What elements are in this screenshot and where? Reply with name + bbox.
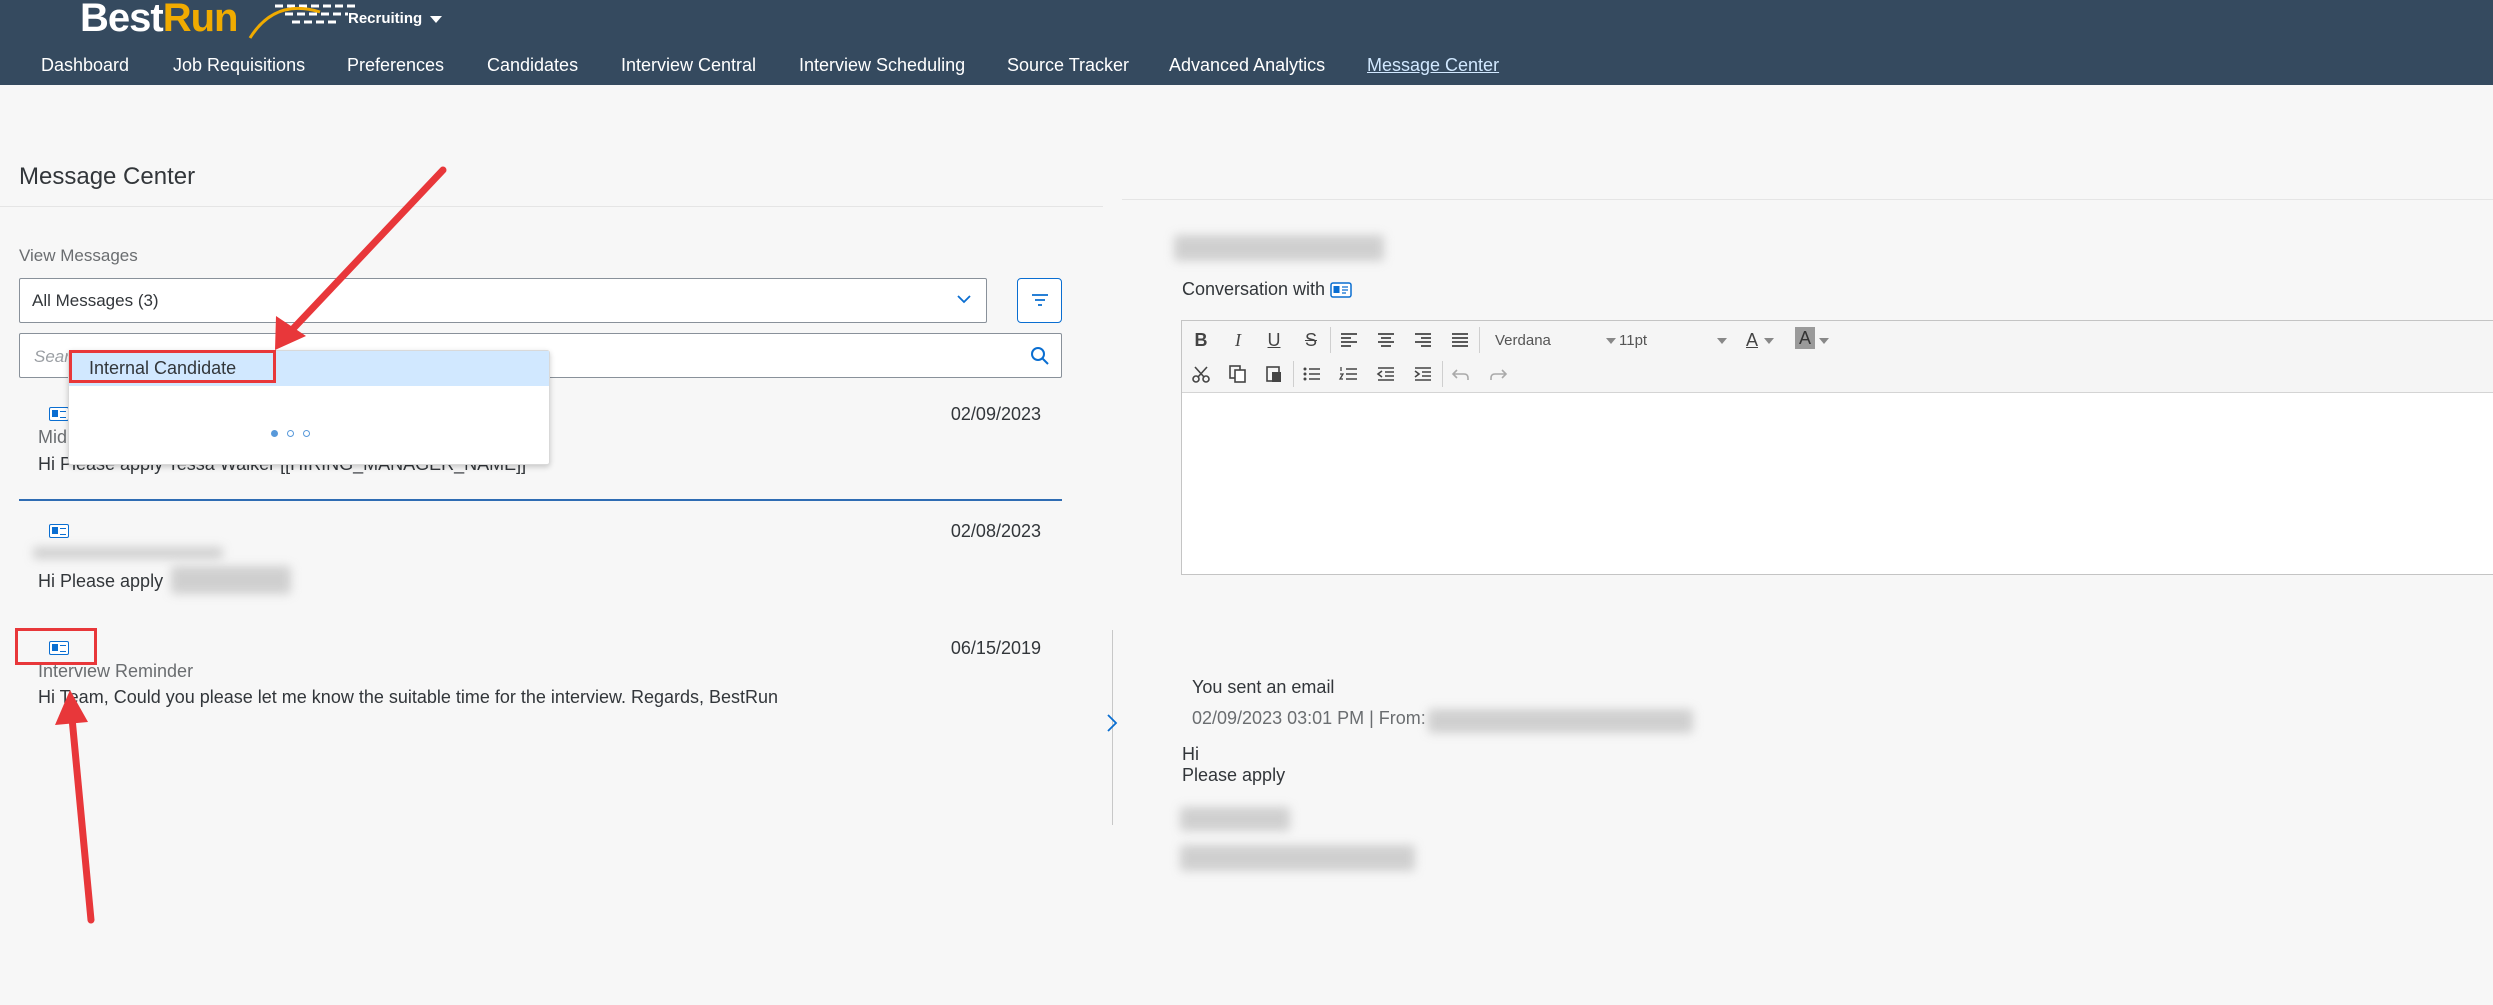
annotation-arrows xyxy=(55,166,447,924)
annotation-arrow-shaft xyxy=(68,714,95,924)
annotation-arrow-shaft xyxy=(286,166,447,336)
annotation-arrow-head xyxy=(55,690,88,725)
